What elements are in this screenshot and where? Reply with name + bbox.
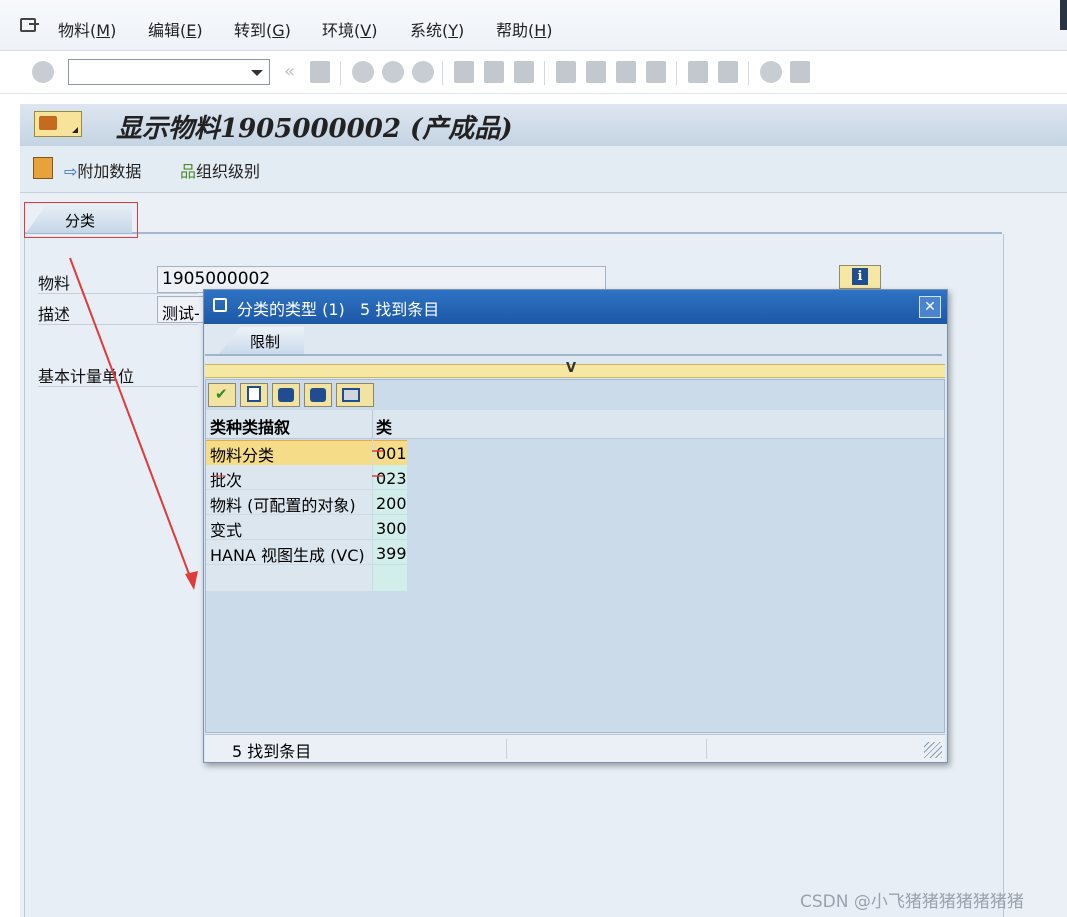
first-page-icon[interactable] (556, 61, 576, 83)
org-structure-icon: 品 (180, 162, 197, 181)
enter-icon[interactable] (32, 61, 54, 83)
application-toolbar (20, 146, 1067, 193)
list-empty-row-code (373, 565, 407, 591)
transaction-menu-icon[interactable] (34, 111, 82, 137)
layout-menu-icon[interactable] (790, 61, 810, 83)
menu-item-environment[interactable]: 环境(V) (322, 17, 377, 41)
base-uom-label: 基本计量单位 (38, 367, 135, 386)
menu-bar: 物料(M) 编辑(E) 转到(G) 环境(V) 系统(Y) 帮助(H) (0, 0, 1067, 51)
page-title: 显示物料1905000002 (产成品) (116, 114, 513, 144)
row-divider (38, 386, 198, 387)
cancel-icon[interactable] (412, 61, 434, 83)
toolbar-separator (442, 61, 443, 85)
last-page-icon[interactable] (646, 61, 666, 83)
back-icon[interactable] (352, 61, 374, 83)
next-page-icon[interactable] (616, 61, 636, 83)
list-item-code: 001 (376, 444, 407, 463)
list-item-description: 变式 (210, 521, 243, 540)
binoculars-glyph (278, 388, 294, 402)
menu-item-help[interactable]: 帮助(H) (496, 17, 553, 41)
save-icon[interactable] (310, 61, 330, 83)
list-header (206, 410, 944, 439)
toolbar-separator (676, 61, 677, 85)
dialog-title: 分类的类型 (1) 5 找到条目 (237, 296, 439, 320)
arrow-right-icon: ⇨ (64, 162, 78, 181)
shortcut-icon[interactable] (718, 61, 738, 83)
additional-data-button[interactable]: ⇨附加数据 (64, 158, 141, 182)
status-separator (506, 739, 507, 759)
binoculars-plus-glyph (310, 388, 326, 402)
list-item-description: 物料 (可配置的对象) (210, 496, 356, 515)
status-text: 5 找到条目 (232, 742, 312, 761)
description-label: 描述 (38, 305, 71, 324)
dialog-status-bar (205, 734, 945, 762)
find-binoculars-icon[interactable] (272, 383, 300, 407)
help-icon[interactable] (760, 61, 782, 83)
material-field-value: 1905000002 (162, 269, 271, 289)
toolbar-separator (340, 61, 341, 85)
list-item-code: 399 (376, 544, 407, 563)
info-icon: i (852, 268, 868, 285)
column-header-class-type[interactable]: 类 (376, 414, 392, 438)
menu-item-edit[interactable]: 编辑(E) (148, 17, 203, 41)
watermark: CSDN @小飞猪猪猪猪猪猪猪 (800, 892, 1024, 912)
resize-grip-icon[interactable] (924, 742, 942, 758)
toolbar-separator (544, 61, 545, 85)
menu-item-goto[interactable]: 转到(G) (234, 17, 291, 41)
system-toolbar: « (0, 51, 1067, 94)
material-label: 物料 (38, 274, 71, 293)
list-empty-row (206, 565, 372, 591)
views-icon[interactable] (33, 157, 53, 179)
dialog-menu-icon[interactable] (213, 298, 227, 312)
find-next-icon[interactable] (514, 61, 534, 83)
chevron-down-icon[interactable] (251, 70, 263, 76)
tab-strip-line (24, 232, 1002, 234)
dialog-title-text: 分类的类型 (1) (237, 300, 345, 319)
double-chevron-icon: « (284, 61, 296, 82)
list-item-code: 200 (376, 494, 407, 513)
printer-glyph (342, 388, 360, 402)
tab-strip-line (205, 354, 942, 356)
org-levels-label: 组织级别 (196, 162, 261, 181)
find-next-binoculars-icon[interactable] (304, 383, 332, 407)
print-menu-icon[interactable] (336, 383, 374, 407)
menu-item-system[interactable]: 系统(Y) (410, 17, 464, 41)
exit-icon[interactable] (382, 61, 404, 83)
status-separator (706, 739, 707, 759)
info-button[interactable]: i (839, 265, 881, 289)
find-icon[interactable] (484, 61, 504, 83)
previous-page-icon[interactable] (586, 61, 606, 83)
dialog-title-count: 5 找到条目 (360, 300, 440, 319)
confirm-check-icon[interactable]: ✔ (208, 383, 236, 407)
print-icon[interactable] (454, 61, 474, 83)
list-item-code: 300 (376, 519, 407, 538)
toolbar-separator (748, 61, 749, 85)
window-edge (1060, 0, 1067, 30)
list-item-code: 023 (376, 469, 407, 488)
additional-data-label: 附加数据 (77, 162, 142, 181)
tab-restrictions-label: 限制 (250, 333, 281, 351)
list-item-description: 批次 (210, 471, 243, 490)
new-session-icon[interactable] (688, 61, 708, 83)
close-icon[interactable]: ✕ (919, 296, 941, 318)
menu-icon[interactable] (20, 18, 39, 32)
row-divider (38, 293, 198, 294)
column-separator (372, 410, 373, 438)
row-divider (38, 324, 198, 325)
command-field[interactable] (68, 59, 270, 85)
cancel-x-icon[interactable] (240, 383, 268, 407)
description-field-value: 测试- (162, 304, 200, 323)
column-header-description[interactable]: 类种类描叙 (210, 414, 290, 438)
expand-chevron-icon[interactable]: V (566, 361, 576, 376)
check-glyph: ✔ (215, 385, 228, 403)
annotation-highlight-box (24, 202, 138, 238)
x-box-glyph (247, 386, 261, 402)
org-levels-button[interactable]: 品组织级别 (180, 158, 260, 182)
menu-item-material[interactable]: 物料(M) (58, 17, 116, 41)
list-item-description: 物料分类 (210, 446, 275, 465)
list-item-description: HANA 视图生成 (VC) (210, 546, 365, 565)
